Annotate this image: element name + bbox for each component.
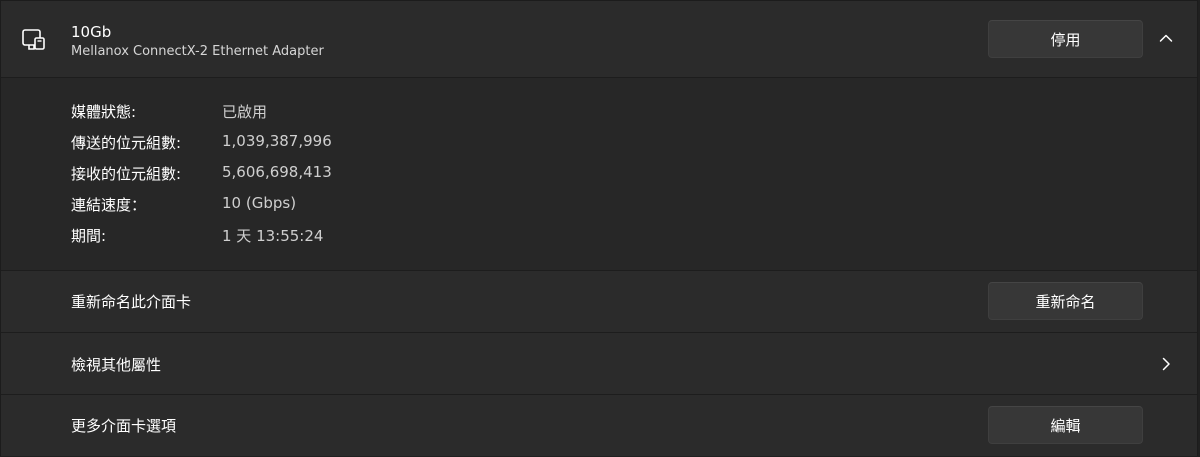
more-properties-label: 檢視其他屬性 <box>71 356 162 374</box>
more-adapter-options-row: 更多介面卡選項 編輯 <box>1 395 1197 456</box>
more-adapter-options-label: 更多介面卡選項 <box>71 417 177 435</box>
property-key: 連結速度： <box>71 196 147 214</box>
network-adapter-icon <box>22 29 45 50</box>
rename-button[interactable]: 重新命名 <box>988 282 1143 320</box>
property-value: 1,039,387,996 <box>222 132 332 150</box>
rename-adapter-row: 重新命名此介面卡 重新命名 <box>1 271 1197 333</box>
property-value: 5,606,698,413 <box>222 163 332 181</box>
adapter-description: Mellanox ConnectX-2 Ethernet Adapter <box>71 44 324 59</box>
property-key: 媒體狀態: <box>71 103 137 121</box>
property-key: 接收的位元組數: <box>71 165 182 183</box>
adapter-properties-panel: 媒體狀態: 已啟用 傳送的位元組數: 1,039,387,996 接收的位元組數… <box>1 78 1197 271</box>
property-value: 10 (Gbps) <box>222 194 297 212</box>
chevron-right-icon <box>1162 357 1170 371</box>
property-value: 1 天 13:55:24 <box>222 227 324 245</box>
more-properties-row[interactable]: 檢視其他屬性 <box>1 333 1197 395</box>
rename-adapter-label: 重新命名此介面卡 <box>71 293 192 311</box>
property-key: 傳送的位元組數: <box>71 134 182 152</box>
adapter-name: 10Gb <box>71 23 112 41</box>
adapter-header[interactable]: 10Gb Mellanox ConnectX-2 Ethernet Adapte… <box>1 1 1197 78</box>
chevron-up-icon[interactable] <box>1158 30 1174 46</box>
property-value: 已啟用 <box>222 103 268 121</box>
edit-button[interactable]: 編輯 <box>988 406 1143 444</box>
network-adapter-card: 10Gb Mellanox ConnectX-2 Ethernet Adapte… <box>0 0 1198 456</box>
property-key: 期間: <box>71 227 107 245</box>
disable-button[interactable]: 停用 <box>988 20 1143 58</box>
